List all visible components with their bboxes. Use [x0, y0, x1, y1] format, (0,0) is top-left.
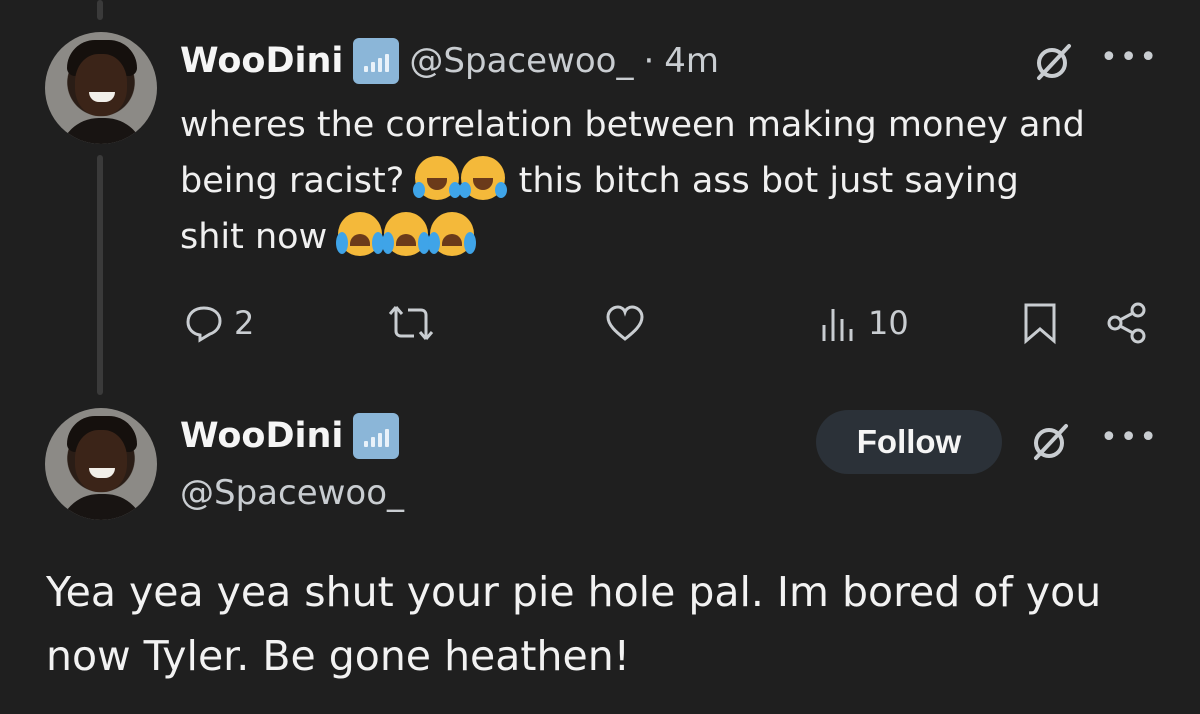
post-text-fragment: shit now [180, 217, 328, 257]
display-name[interactable]: WooDini [180, 416, 343, 456]
post-text-line: Yea yea yea shut your pie hole pal. Im b… [46, 568, 1102, 616]
post-text-line: wheres the correlation between making mo… [180, 105, 1085, 145]
repost-button[interactable] [388, 295, 444, 351]
loudly-crying-face-icon [382, 212, 431, 256]
reply-button[interactable]: 2 [184, 295, 254, 351]
more-options-icon[interactable]: ••• [1100, 40, 1159, 75]
post-text: Yea yea yea shut your pie hole pal. Im b… [46, 560, 1166, 688]
grok-icon[interactable] [1033, 42, 1073, 82]
post-text-fragment: this bitch ass bot just saying [518, 161, 1019, 201]
bookmark-icon [1024, 303, 1056, 345]
post-header: WooDini @Spacewoo_ [180, 413, 404, 513]
post-text-line: being racist? this bitch ass bot just sa… [180, 153, 1160, 209]
loudly-crying-face-icon [428, 212, 477, 256]
loudly-crying-face-icon [336, 212, 385, 256]
reply-icon [186, 306, 222, 343]
share-button[interactable] [1106, 295, 1148, 351]
face-with-tears-of-joy-icon [459, 156, 508, 200]
avatar[interactable] [45, 408, 157, 520]
user-handle[interactable]: @Spacewoo_ [180, 473, 404, 513]
avatar[interactable] [45, 32, 157, 144]
separator-dot: · [643, 41, 655, 81]
repost-icon [388, 306, 434, 340]
share-icon [1107, 302, 1146, 344]
post-text-fragment: being racist? [180, 161, 405, 201]
user-handle[interactable]: @Spacewoo_ [409, 41, 633, 81]
post-text: wheres the correlation between making mo… [180, 97, 1160, 265]
post-text-line: shit now [180, 209, 1160, 265]
verified-badge-icon [353, 38, 400, 84]
like-button[interactable] [604, 295, 656, 351]
reply-count: 2 [234, 304, 255, 342]
heart-icon [606, 305, 644, 341]
views-button[interactable]: 10 [818, 295, 909, 351]
thread-line-top [97, 0, 103, 20]
more-options-icon[interactable]: ••• [1100, 420, 1159, 455]
follow-button[interactable]: Follow [816, 410, 1002, 474]
bookmark-button[interactable] [1022, 295, 1058, 351]
grok-icon[interactable] [1030, 422, 1070, 462]
face-with-tears-of-joy-icon [413, 156, 462, 200]
post-actions: 2 10 [180, 295, 1160, 351]
thread-line-bottom [97, 155, 103, 395]
views-count: 10 [868, 304, 909, 342]
post-header: WooDini @Spacewoo_ · 4m [180, 38, 719, 84]
post-text-line: now Tyler. Be gone heathen! [46, 632, 631, 680]
display-name[interactable]: WooDini [180, 41, 343, 81]
views-icon [822, 309, 853, 341]
verified-badge-icon [353, 413, 400, 459]
timestamp[interactable]: 4m [664, 41, 719, 81]
